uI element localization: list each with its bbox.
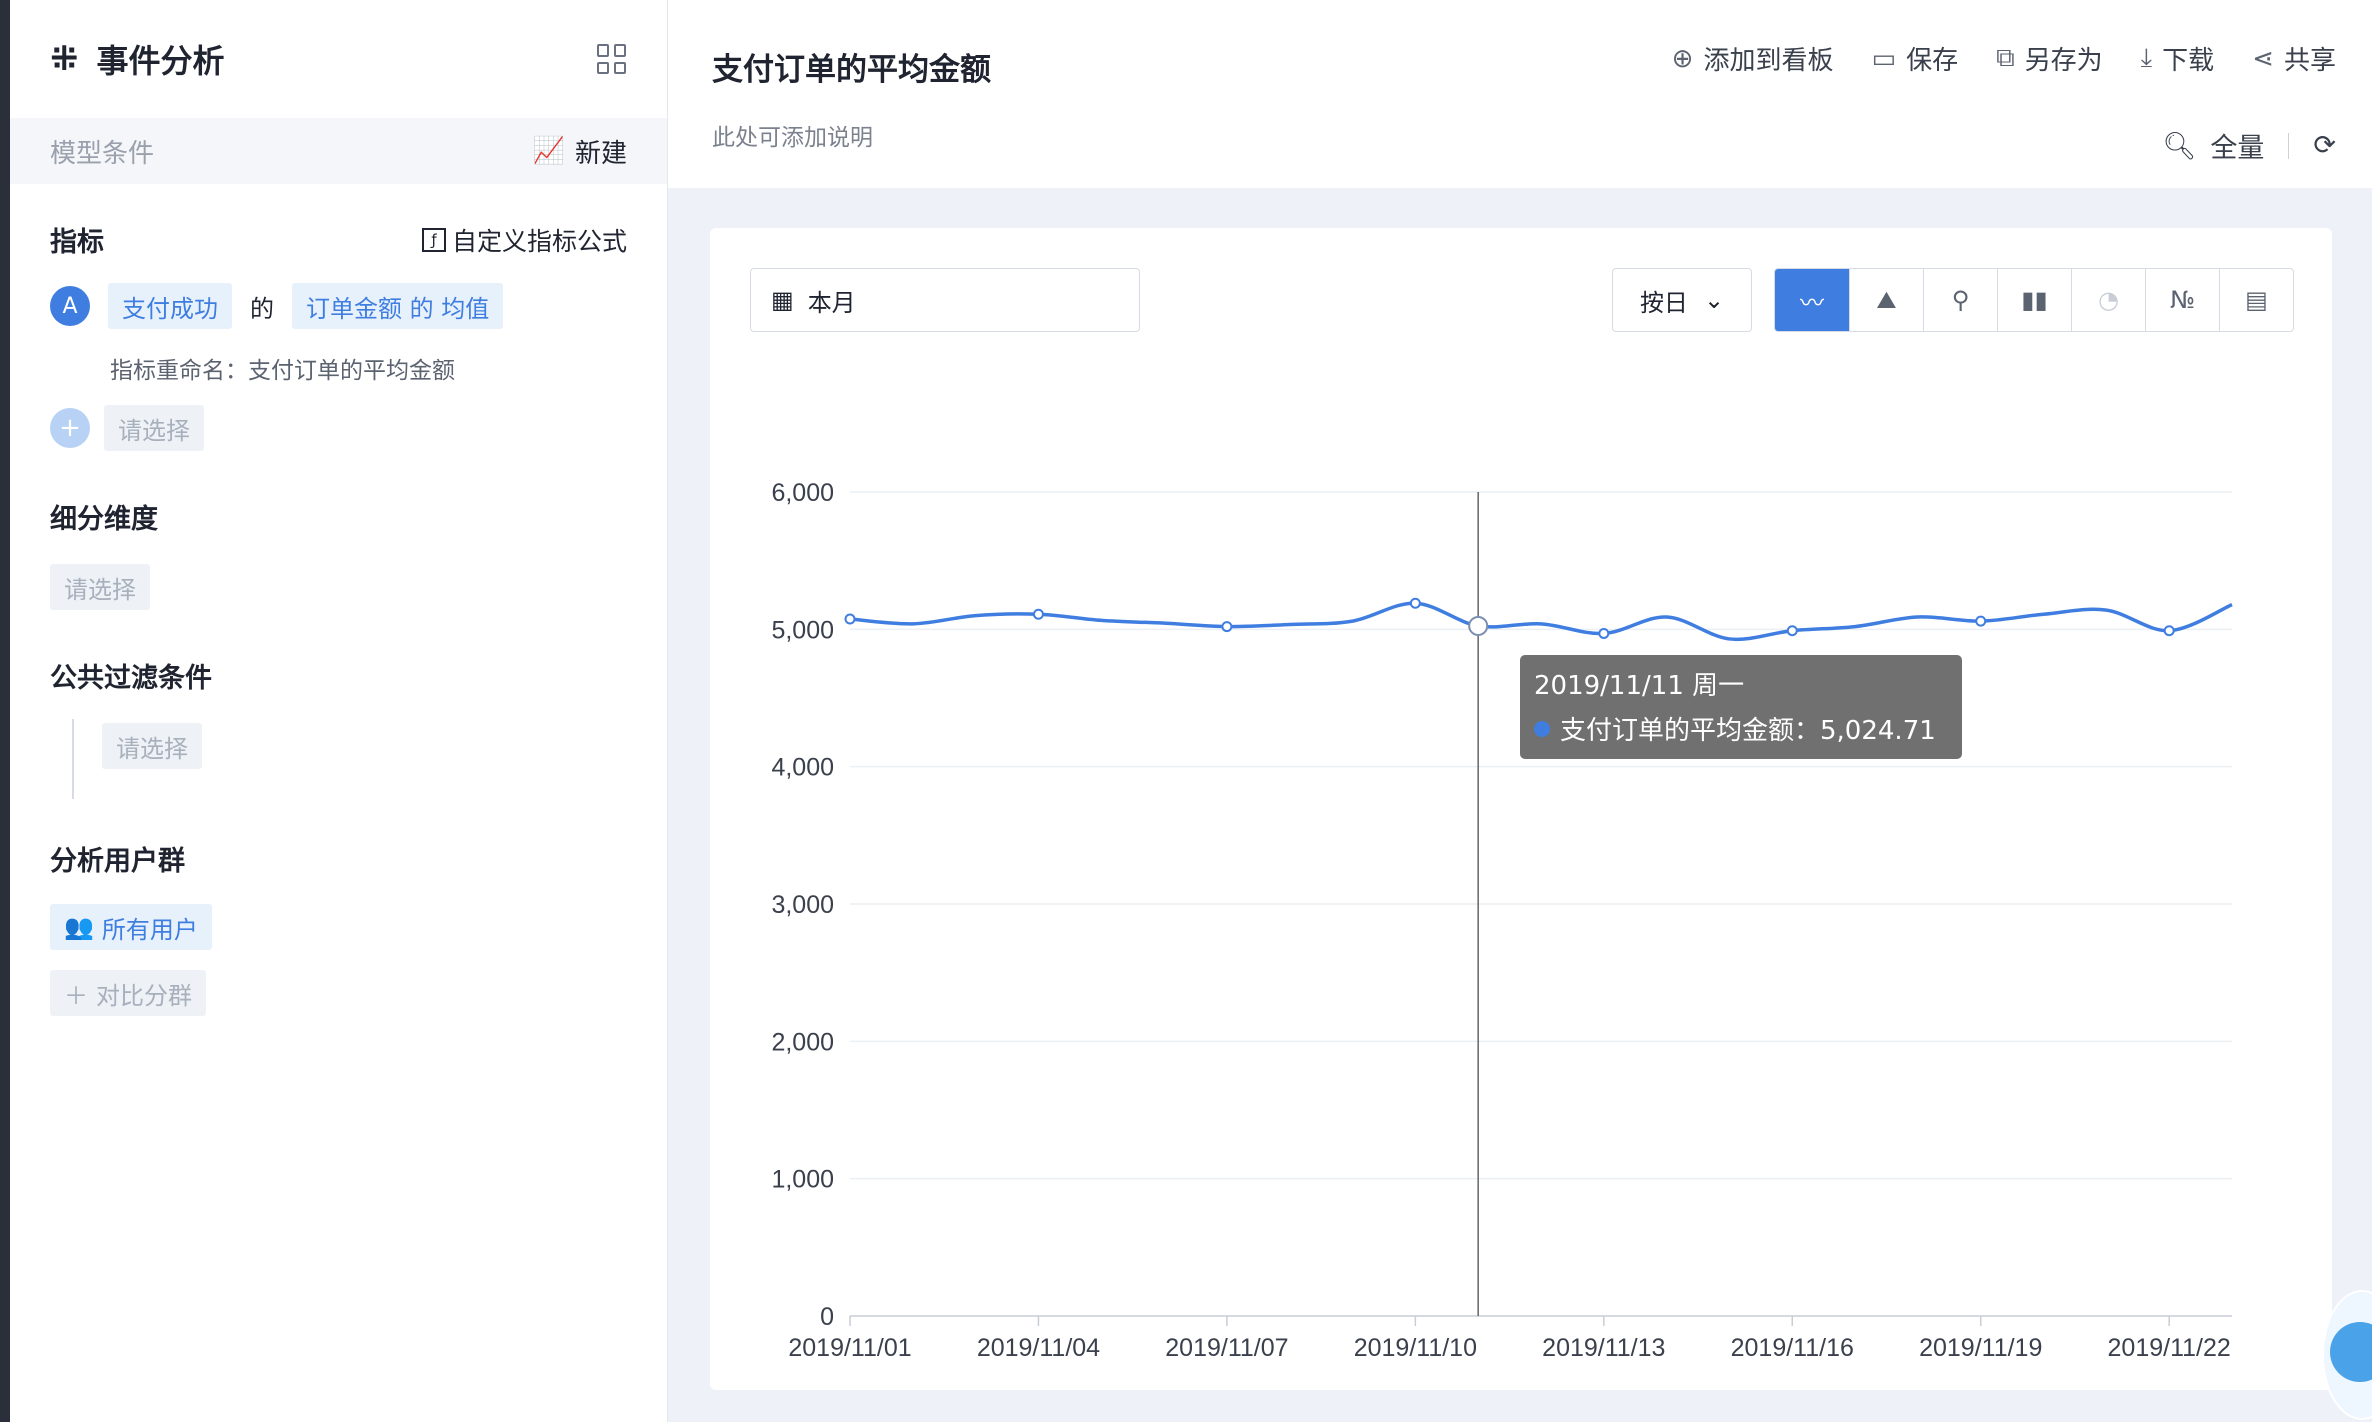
y-tick-label: 2,000 (771, 1028, 834, 1056)
y-tick-label: 5,000 (771, 616, 834, 644)
y-tick-label: 6,000 (771, 479, 834, 507)
data-point (1409, 597, 1421, 609)
y-tick-label: 4,000 (771, 754, 834, 782)
x-tick-label: 2019/11/16 (1731, 1334, 1854, 1362)
line-chart[interactable]: 0 1,000 2,000 3,000 4,000 5,000 6,000 2019/11/0… (0, 0, 2372, 1422)
data-point (844, 613, 856, 625)
data-point (1598, 627, 1610, 639)
data-point (1221, 621, 1233, 633)
data-point (1975, 615, 1987, 627)
y-tick-label: 3,000 (771, 891, 834, 919)
chart-tooltip: 2019/11/11 周一 支付订单的平均金额：5,024.71 (1520, 655, 1962, 759)
x-tick-label: 2019/11/22 (2108, 1334, 2231, 1362)
tooltip-date: 2019/11/11 周一 (1534, 671, 1745, 701)
x-tick-label: 2019/11/01 (788, 1334, 911, 1362)
highlighted-point (1468, 615, 1489, 636)
y-tick-label: 0 (820, 1303, 834, 1331)
x-tick-label: 2019/11/04 (977, 1334, 1100, 1362)
tooltip-series-value: 支付订单的平均金额：5,024.71 (1560, 716, 1936, 746)
x-tick-label: 2019/11/19 (1919, 1334, 2042, 1362)
data-point (1786, 625, 1798, 637)
y-tick-label: 1,000 (771, 1166, 834, 1194)
series-line (849, 601, 2233, 642)
x-tick-label: 2019/11/10 (1354, 1334, 1477, 1362)
data-point (2163, 625, 2175, 637)
tooltip-series-dot (1534, 720, 1550, 737)
x-tick-label: 2019/11/07 (1165, 1334, 1288, 1362)
x-tick-label: 2019/11/13 (1542, 1334, 1665, 1362)
data-point (1032, 608, 1044, 620)
